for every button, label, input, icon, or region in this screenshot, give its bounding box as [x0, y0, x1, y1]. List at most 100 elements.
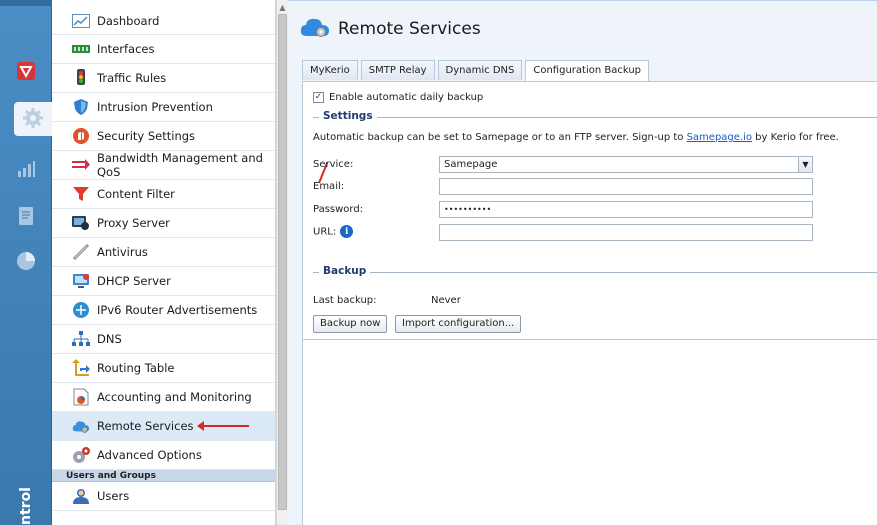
import-configuration-button[interactable]: Import configuration...: [395, 315, 522, 333]
tab-smtp-relay[interactable]: SMTP Relay: [360, 60, 435, 80]
sidebar-item-label: Content Filter: [97, 187, 175, 201]
sidebar-item-label: Users: [97, 489, 130, 503]
enable-backup-label: Enable automatic daily backup: [329, 92, 484, 103]
dhcp-icon: [72, 272, 90, 290]
sidebar-item-accounting[interactable]: Accounting and Monitoring: [52, 383, 275, 412]
sidebar-item-label: Bandwidth Management and QoS: [97, 151, 263, 179]
backup-now-button[interactable]: Backup now: [313, 315, 388, 333]
rail-button-reports[interactable]: [8, 245, 44, 279]
main-panel: Remote Services MyKerio SMTP Relay Dynam…: [288, 0, 877, 525]
enable-backup-checkbox[interactable]: ✓: [313, 92, 324, 103]
samepage-link[interactable]: Samepage.io: [687, 132, 752, 143]
sidebar-item-users[interactable]: Users: [52, 482, 275, 511]
sidebar-item-intrusion-prevention[interactable]: Intrusion Prevention: [52, 93, 275, 122]
rail-button-configuration[interactable]: [14, 102, 52, 136]
interfaces-icon: [72, 40, 90, 58]
url-field[interactable]: [439, 224, 813, 241]
sidebar-item-label: IPv6 Router Advertisements: [97, 303, 258, 317]
service-value: Samepage: [444, 159, 498, 170]
section-divider: [303, 339, 877, 340]
password-label: Password:: [313, 204, 364, 215]
sidebar-item-dhcp-server[interactable]: DHCP Server: [52, 267, 275, 296]
sidebar-item-label: Antivirus: [97, 245, 148, 259]
rail-section-label: ntrol: [18, 487, 34, 525]
sidebar-item-label: Dashboard: [97, 14, 160, 28]
dns-icon: [72, 330, 90, 348]
pie-chart-icon: [15, 250, 37, 275]
filter-icon: [72, 185, 90, 203]
sidebar-item-interfaces[interactable]: Interfaces: [52, 35, 275, 64]
sidebar-item-label: Interfaces: [97, 42, 155, 56]
backup-section: Backup Last backup: Never Backup now Imp…: [313, 265, 877, 342]
settings-info-text: Automatic backup can be set to Samepage …: [313, 132, 839, 143]
rail-button-logs[interactable]: [8, 200, 44, 234]
sidebar-item-label: Proxy Server: [97, 216, 170, 230]
info-icon[interactable]: i: [340, 225, 354, 238]
scroll-up-icon[interactable]: ▲: [277, 0, 288, 14]
cloud-icon: [72, 417, 90, 435]
service-label: Service:: [313, 159, 354, 170]
scrollbar-thumb[interactable]: [278, 14, 287, 510]
service-select[interactable]: Samepage ▼: [439, 156, 813, 173]
enable-backup-row: ✓ Enable automatic daily backup: [313, 92, 483, 103]
sidebar-item-dashboard[interactable]: Dashboard: [52, 0, 275, 35]
users-icon: [72, 487, 90, 505]
sidebar-item-label: Security Settings: [97, 129, 196, 143]
email-label: Email:: [313, 181, 345, 192]
security-icon: [72, 127, 90, 145]
rail-button-status[interactable]: [8, 153, 44, 187]
info-text-suffix: by Kerio for free.: [752, 132, 839, 143]
shield-icon: [72, 98, 90, 116]
sidebar-item-label: DHCP Server: [97, 274, 171, 288]
tab-content: ✓ Enable automatic daily backup Settings…: [302, 81, 877, 525]
sidebar-item-security-settings[interactable]: Security Settings: [52, 122, 275, 151]
page-header: Remote Services: [288, 0, 877, 56]
accounting-icon: [72, 388, 90, 406]
sidebar-item-label: Intrusion Prevention: [97, 100, 213, 114]
tab-configuration-backup[interactable]: Configuration Backup: [525, 60, 650, 81]
dashboard-icon: [72, 12, 90, 30]
sidebar-item-bandwidth[interactable]: Bandwidth Management and QoS: [52, 151, 275, 180]
sidebar-item-label: Routing Table: [97, 361, 175, 375]
routing-icon: [72, 359, 90, 377]
password-field[interactable]: ••••••••••: [439, 201, 813, 218]
sidebar-item-label: DNS: [97, 332, 122, 346]
settings-legend: Settings: [319, 110, 377, 122]
proxy-icon: [72, 214, 90, 232]
page-title: Remote Services: [338, 18, 481, 39]
info-text-prefix: Automatic backup can be set to Samepage …: [313, 132, 687, 143]
sidebar-item-ipv6[interactable]: IPv6 Router Advertisements: [52, 296, 275, 325]
rail-button-security[interactable]: [8, 55, 44, 89]
gears-icon: [72, 446, 90, 464]
cloud-icon: [300, 16, 330, 41]
tab-mykerio[interactable]: MyKerio: [302, 60, 358, 80]
sidebar-item-label: Remote Services: [97, 419, 194, 433]
url-label: URL:: [313, 226, 337, 238]
settings-section: Settings Automatic backup can be set to …: [313, 110, 877, 241]
shield-icon: [16, 61, 36, 84]
bar-chart-icon: [16, 159, 36, 182]
left-rail: ntrol: [0, 0, 52, 525]
sidebar-item-traffic-rules[interactable]: Traffic Rules: [52, 64, 275, 93]
tab-dynamic-dns[interactable]: Dynamic DNS: [437, 60, 523, 80]
sidebar-item-routing-table[interactable]: Routing Table: [52, 354, 275, 383]
last-backup-label: Last backup:: [313, 295, 377, 306]
email-field[interactable]: [439, 178, 813, 195]
sidebar-item-antivirus[interactable]: Antivirus: [52, 238, 275, 267]
sidebar-scrollbar[interactable]: ▲: [276, 0, 288, 525]
sidebar-item-label: Accounting and Monitoring: [97, 390, 252, 404]
ipv6-icon: [72, 301, 90, 319]
antivirus-icon: [72, 243, 90, 261]
sidebar-item-label: Traffic Rules: [97, 71, 167, 85]
sidebar-item-dns[interactable]: DNS: [52, 325, 275, 354]
sidebar-item-remote-services[interactable]: Remote Services: [52, 412, 275, 441]
sidebar-item-proxy-server[interactable]: Proxy Server: [52, 209, 275, 238]
sidebar-item-content-filter[interactable]: Content Filter: [52, 180, 275, 209]
sidebar-item-advanced-options[interactable]: Advanced Options: [52, 441, 275, 470]
sidebar-nav: Dashboard Interfaces Traffic Rules Intru…: [52, 0, 276, 525]
last-backup-value: Never: [431, 295, 461, 306]
chevron-down-icon[interactable]: ▼: [798, 157, 812, 172]
traffic-rules-icon: [72, 69, 90, 87]
backup-legend: Backup: [319, 265, 371, 277]
url-label-row: URL: i: [313, 225, 354, 238]
